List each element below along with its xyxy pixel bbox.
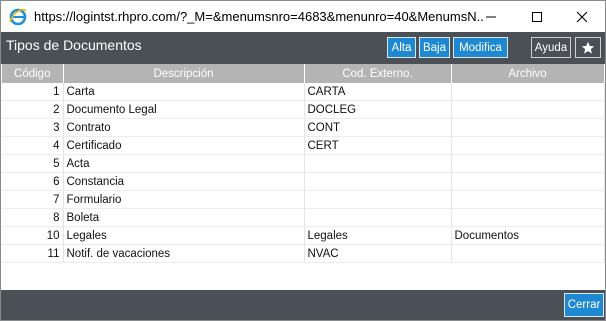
close-window-button[interactable]: [559, 1, 605, 32]
cell-cod-externo: CERT: [304, 136, 452, 155]
cell-descripcion: Boleta: [63, 208, 305, 227]
cell-codigo: 1: [2, 83, 64, 101]
minimize-button[interactable]: [468, 1, 514, 32]
favorite-button[interactable]: [575, 37, 601, 58]
browser-window: https://logintst.rhpro.com/?_M=&menumsnr…: [0, 0, 606, 321]
table-row[interactable]: 6 Constancia: [2, 172, 605, 191]
cell-cod-externo: Legales: [304, 226, 452, 245]
cell-cod-externo: CONT: [304, 118, 452, 137]
baja-button[interactable]: Baja: [419, 37, 450, 58]
cell-cod-externo: [304, 172, 452, 191]
table-header-row: Código Descripción Cod. Externo. Archivo: [2, 64, 605, 83]
documents-table: Código Descripción Cod. Externo. Archivo…: [2, 64, 605, 263]
cell-codigo: 4: [2, 136, 64, 155]
cell-codigo: 10: [2, 226, 64, 245]
cell-descripcion: Acta: [63, 154, 305, 173]
cell-archivo: [451, 136, 605, 155]
table-row[interactable]: 5 Acta: [2, 154, 605, 173]
table-row[interactable]: 1 Carta CARTA: [2, 83, 605, 101]
cell-descripcion: Documento Legal: [63, 100, 305, 119]
table-row[interactable]: 8 Boleta: [2, 208, 605, 227]
cell-archivo: [451, 172, 605, 191]
table-row[interactable]: 11 Notif. de vacaciones NVAC: [2, 244, 605, 263]
modifica-button[interactable]: Modifica: [453, 37, 508, 58]
column-header-codigo[interactable]: Código: [2, 64, 64, 83]
column-header-archivo[interactable]: Archivo: [451, 64, 605, 83]
cell-codigo: 3: [2, 118, 64, 137]
app-header: Tipos de Documentos Alta Baja Modifica A…: [1, 32, 605, 64]
address-url[interactable]: https://logintst.rhpro.com/?_M=&menumsnr…: [34, 9, 484, 24]
cell-cod-externo: NVAC: [304, 244, 452, 263]
cell-descripcion: Formulario: [63, 190, 305, 209]
cell-archivo: [451, 154, 605, 173]
cerrar-button[interactable]: Cerrar: [564, 293, 604, 317]
cell-codigo: 8: [2, 208, 64, 227]
table-row[interactable]: 4 Certificado CERT: [2, 136, 605, 155]
table-row[interactable]: 2 Documento Legal DOCLEG: [2, 100, 605, 119]
cell-descripcion: Certificado: [63, 136, 305, 155]
maximize-icon: [532, 11, 542, 22]
star-icon: [581, 41, 595, 54]
minimize-icon: [486, 16, 496, 17]
cell-codigo: 6: [2, 172, 64, 191]
cell-descripcion: Carta: [63, 83, 305, 101]
internet-explorer-icon: [9, 8, 27, 26]
cell-archivo: Documentos: [451, 226, 605, 245]
cell-descripcion: Legales: [63, 226, 305, 245]
cell-archivo: [451, 100, 605, 119]
table-row[interactable]: 10 Legales Legales Documentos: [2, 226, 605, 245]
cell-archivo: [451, 83, 605, 101]
cell-descripcion: Constancia: [63, 172, 305, 191]
cell-cod-externo: [304, 190, 452, 209]
cell-archivo: [451, 244, 605, 263]
alta-button[interactable]: Alta: [387, 37, 416, 58]
cell-archivo: [451, 208, 605, 227]
table-row[interactable]: 7 Formulario: [2, 190, 605, 209]
close-icon: [576, 11, 588, 22]
cell-descripcion: Contrato: [63, 118, 305, 137]
column-header-descripcion[interactable]: Descripción: [63, 64, 305, 83]
cell-cod-externo: [304, 154, 452, 173]
app-footer: [1, 290, 605, 320]
cell-cod-externo: DOCLEG: [304, 100, 452, 119]
ayuda-button[interactable]: Ayuda: [531, 37, 571, 58]
cell-archivo: [451, 190, 605, 209]
title-bar: https://logintst.rhpro.com/?_M=&menumsnr…: [1, 1, 605, 32]
cell-codigo: 11: [2, 244, 64, 263]
cell-cod-externo: [304, 208, 452, 227]
cell-descripcion: Notif. de vacaciones: [63, 244, 305, 263]
maximize-button[interactable]: [514, 1, 560, 32]
cell-codigo: 5: [2, 154, 64, 173]
cell-codigo: 7: [2, 190, 64, 209]
column-header-cod-externo[interactable]: Cod. Externo.: [304, 64, 452, 83]
table-row[interactable]: 3 Contrato CONT: [2, 118, 605, 137]
cell-archivo: [451, 118, 605, 137]
cell-cod-externo: CARTA: [304, 83, 452, 101]
page-title: Tipos de Documentos: [6, 37, 142, 53]
cell-codigo: 2: [2, 100, 64, 119]
